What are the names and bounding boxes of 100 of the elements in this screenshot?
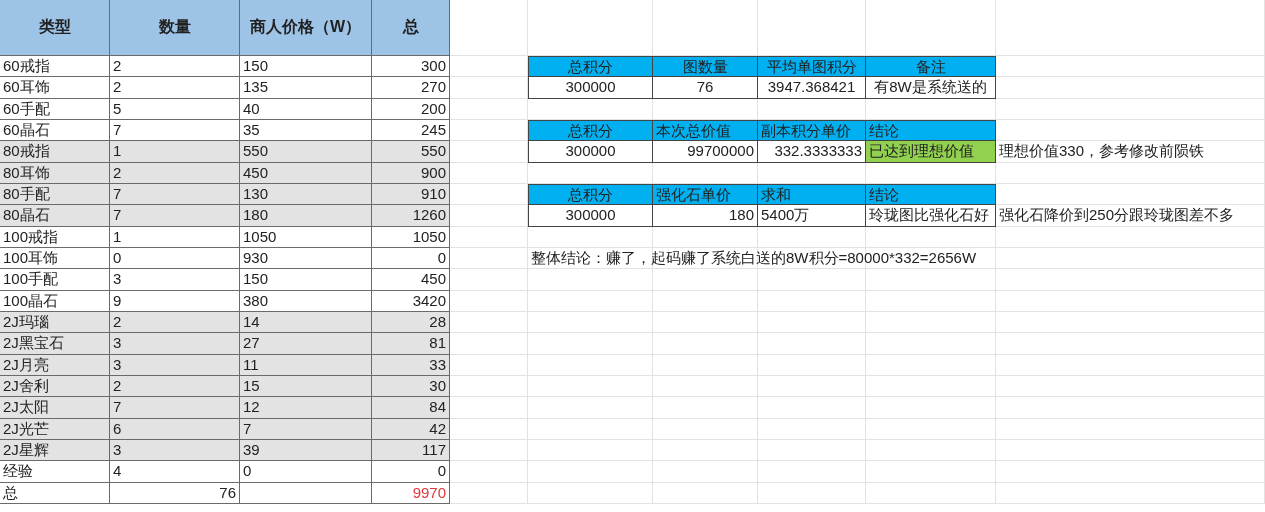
table-cell: 42 [372,418,450,440]
table-cell: 380 [240,290,372,312]
column-header: 总积分 [528,183,653,206]
table-cell: 450 [240,162,372,184]
table-cell: 135 [240,77,372,99]
table-cell: 5400万 [758,205,866,227]
table-cell: 300 [372,56,450,78]
table-cell: 550 [240,141,372,163]
table-cell: 0 [372,247,450,270]
table-cell: 3420 [372,290,450,312]
column-header: 总积分 [528,120,653,142]
table-cell: 130 [240,183,372,206]
table-cell: 81 [372,333,450,355]
table-cell: 2 [110,56,240,78]
table-cell: 60戒指 [0,56,110,78]
table-cell: 450 [372,269,450,291]
column-header: 图数量 [653,56,758,78]
column-header: 商人价格（W） [240,0,372,56]
table-cell: 2J月亮 [0,354,110,376]
table-cell: 7 [110,397,240,419]
table-cell: 300000 [528,205,653,227]
table-cell: 99700000 [653,141,758,163]
table-cell: 28 [372,311,450,334]
table-cell: 270 [372,77,450,99]
table-cell: 84 [372,397,450,419]
table-cell: 3 [110,333,240,355]
note-text: 理想价值330，参考修改前陨铁 [996,141,1265,163]
column-header: 备注 [866,56,996,78]
conclusion-text: 整体结论：赚了，起码赚了系统白送的8W积分=80000*332=2656W [530,247,978,268]
table-cell: 150 [240,56,372,78]
table-cell: 已达到理想价值 [866,141,996,163]
table-cell: 5 [110,98,240,120]
table-cell: 3 [110,439,240,462]
table-cell: 39 [240,439,372,462]
table-cell: 30 [372,375,450,398]
table-cell: 40 [240,98,372,120]
table-cell: 2J星辉 [0,439,110,462]
table-cell: 80手配 [0,183,110,206]
table-cell: 1 [110,141,240,163]
table-cell: 76 [653,77,758,99]
column-header: 强化石单价 [653,183,758,206]
column-header: 总积分 [528,56,653,78]
column-header: 结论 [866,183,996,206]
note-text: 强化石降价到250分跟玲珑图差不多 [996,205,1265,227]
table-cell: 100晶石 [0,290,110,312]
table-cell: 60耳饰 [0,77,110,99]
column-header: 平均单图积分 [758,56,866,78]
column-header: 类型 [0,0,110,56]
table-cell: 2 [110,311,240,334]
table-cell: 60手配 [0,98,110,120]
table-cell: 100戒指 [0,226,110,248]
table-cell: 3 [110,269,240,291]
table-cell: 1260 [372,205,450,227]
table-cell: 7 [110,205,240,227]
table-cell: 有8W是系统送的 [866,77,996,99]
table-cell: 100手配 [0,269,110,291]
table-cell: 33 [372,354,450,376]
table-cell: 12 [240,397,372,419]
table-cell: 11 [240,354,372,376]
table-cell: 76 [110,482,240,504]
table-cell: 总 [0,482,110,504]
column-header: 数量 [110,0,240,56]
table-cell: 930 [240,247,372,270]
table-cell: 300000 [528,77,653,99]
table-cell: 100耳饰 [0,247,110,270]
table-cell: 150 [240,269,372,291]
table-cell: 0 [372,461,450,483]
table-cell: 3947.368421 [758,77,866,99]
table-cell: 9 [110,290,240,312]
column-header: 结论 [866,120,996,142]
table-cell: 80戒指 [0,141,110,163]
table-cell: 180 [240,205,372,227]
table-cell: 2 [110,77,240,99]
table-cell: 经验 [0,461,110,483]
table-cell: 1050 [372,226,450,248]
table-cell: 15 [240,375,372,398]
table-cell: 3 [110,354,240,376]
table-cell: 7 [110,183,240,206]
table-cell: 2J黑宝石 [0,333,110,355]
table-cell: 7 [240,418,372,440]
table-cell: 180 [653,205,758,227]
table-cell: 2 [110,375,240,398]
table-cell: 80耳饰 [0,162,110,184]
table-cell: 玲珑图比强化石好 [866,205,996,227]
table-cell: 900 [372,162,450,184]
table-cell: 6 [110,418,240,440]
table-cell: 14 [240,311,372,334]
table-cell: 1 [110,226,240,248]
table-cell: 117 [372,439,450,462]
table-cell: 4 [110,461,240,483]
table-cell: 2 [110,162,240,184]
column-header: 求和 [758,183,866,206]
table-cell: 27 [240,333,372,355]
table-cell: 200 [372,98,450,120]
table-cell: 80晶石 [0,205,110,227]
table-cell: 0 [240,461,372,483]
table-cell: 910 [372,183,450,206]
table-cell: 0 [110,247,240,270]
column-header: 副本积分单价 [758,120,866,142]
table-cell: 1050 [240,226,372,248]
